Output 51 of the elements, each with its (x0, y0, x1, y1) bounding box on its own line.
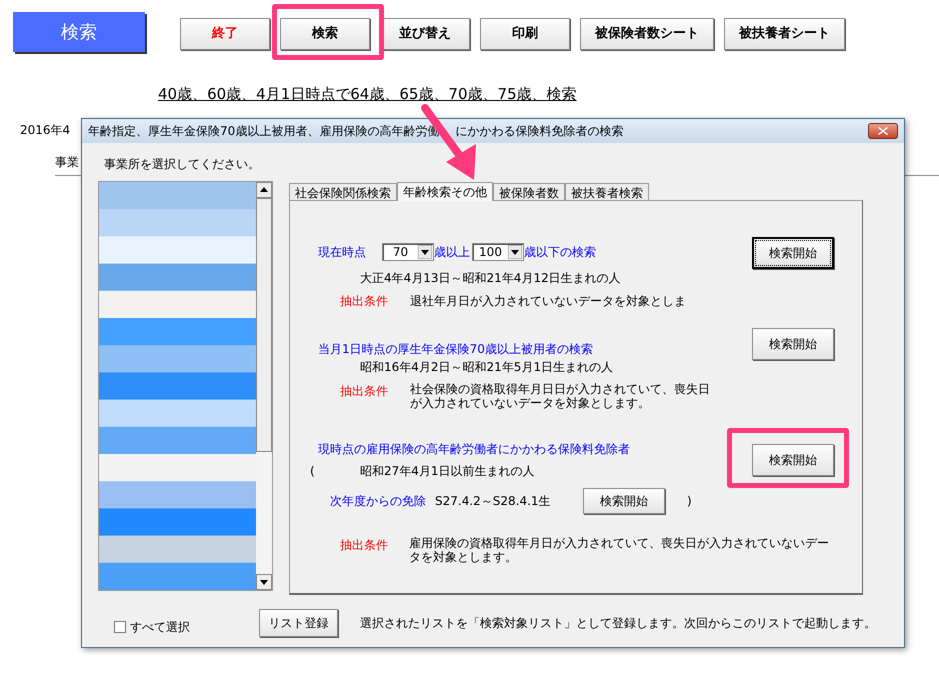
next-year-label: 次年度からの免除 (330, 493, 427, 510)
age-min-label: 歳以上 (434, 244, 470, 261)
tab[interactable]: 年齢検索その他 (397, 182, 493, 201)
dropdown-arrow-icon (508, 245, 522, 259)
toolbar-button[interactable]: 被保険者数シート (580, 18, 714, 50)
toolbar-button[interactable]: 被扶養者シート (724, 18, 845, 50)
page-title: 検索 (13, 12, 145, 52)
prompt-text: 事業所を選択してください。 (104, 157, 260, 171)
next-year-search-button[interactable]: 検索開始 (583, 488, 665, 514)
section-heading: 現在時点 (318, 244, 367, 261)
date-text: 2016年4 (20, 123, 70, 137)
next-year-range: S27.4.2～S28.4.1生 (435, 493, 552, 510)
toolbar-button[interactable]: 終了 (180, 18, 270, 50)
select-all-label: すべて選択 (130, 619, 190, 636)
birth-range-text: 大正4年4月13日～昭和21年4月12日生まれの人 (360, 270, 622, 287)
birth-range-text: 昭和16年4月2日～昭和21年5月1日生まれの人 (360, 359, 614, 376)
condition-text: 雇用保険の資格取得年月日が入力されていて、喪失日が入力されていないデータを対象とします。 (409, 536, 830, 564)
tab[interactable]: 被扶養者検索 (565, 183, 649, 200)
age-dropdown[interactable]: 70 (382, 243, 434, 261)
close-parenthesis: ) (687, 493, 692, 510)
scroll-thumb[interactable] (256, 198, 272, 452)
tab[interactable]: 社会保険関係検索 (289, 183, 397, 200)
condition-text: 退社年月日が入力されていないデータを対象としま (410, 293, 687, 310)
search-start-button[interactable]: 検索開始 (752, 444, 834, 476)
scroll-up-icon[interactable] (256, 182, 272, 198)
register-note: 選択されたリストを「検索対象リスト」として登録します。次回からこのリストで起動します。 (360, 615, 876, 632)
scrollbar[interactable] (256, 182, 272, 590)
close-button[interactable] (868, 123, 898, 139)
tab[interactable]: 被保険者数 (493, 183, 565, 200)
scroll-down-icon[interactable] (256, 574, 272, 590)
dropdown-arrow-icon (418, 245, 432, 259)
condition-label: 抽出条件 (340, 537, 389, 554)
select-all-checkbox[interactable] (114, 621, 126, 633)
office-label: 事業 (55, 155, 79, 169)
condition-text: 社会保険の資格取得年月日日が入力されていて、喪失日が入力されていないデータを対象とします。 (410, 382, 710, 410)
birth-range-text: 昭和27年4月1日以前生まれの人 (360, 463, 535, 480)
open-parenthesis: ( (310, 463, 316, 480)
toolbar-button[interactable]: 検索 (280, 18, 370, 50)
search-start-button[interactable]: 検索開始 (752, 328, 834, 360)
register-list-button[interactable]: リスト登録 (259, 609, 338, 637)
search-start-button[interactable]: 検索開始 (752, 237, 834, 269)
age-max-label: 歳以下の検索 (524, 244, 596, 261)
close-icon (878, 127, 888, 135)
section-heading: 現時点の雇用保険の高年齢労働者にかかわる保険料免除者 (318, 441, 631, 458)
dialog-title: にかかわる保険料免除者の検索 (455, 123, 624, 140)
age-dropdown[interactable]: 100 (472, 243, 524, 261)
age-search-link[interactable]: 40歳、60歳、4月1日時点で64歳、65歳、70歳、75歳、検索 (158, 85, 577, 103)
section-heading: 当月1日時点の厚生年金保険70歳以上被用者の検索 (318, 341, 594, 358)
condition-label: 抽出条件 (340, 293, 389, 310)
toolbar-button[interactable]: 印刷 (480, 18, 570, 50)
condition-label: 抽出条件 (340, 383, 389, 400)
